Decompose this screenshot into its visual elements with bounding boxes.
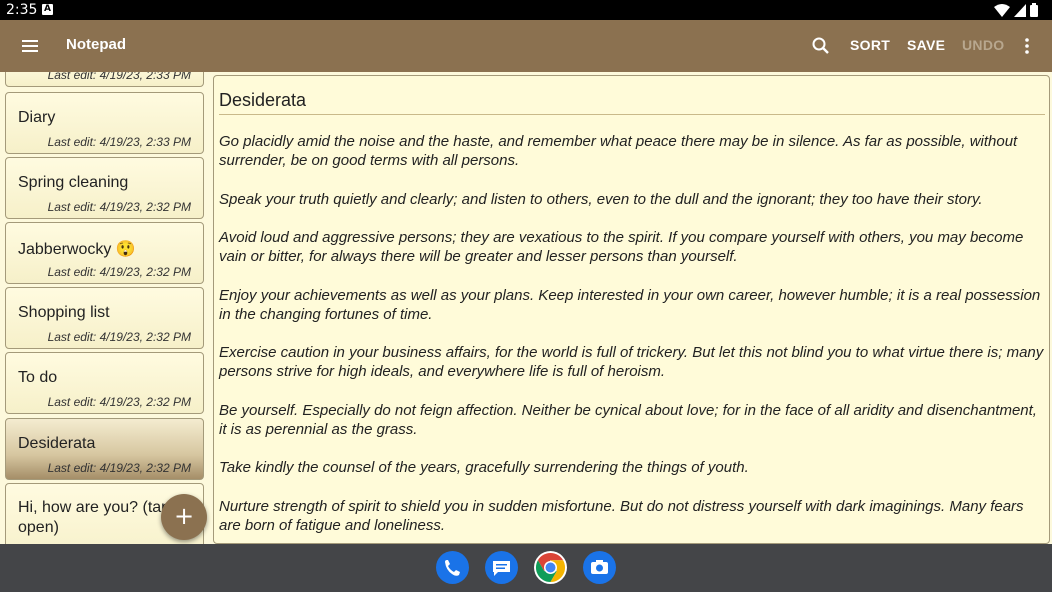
status-time: 2:35	[6, 2, 38, 18]
signal-icon	[1014, 3, 1026, 17]
search-icon[interactable]	[810, 35, 832, 57]
note-item-spring-cleaning[interactable]: Spring cleaning Last edit: 4/19/23, 2:32…	[5, 157, 204, 219]
body-paragraph: Take kindly the counsel of the years, gr…	[219, 459, 749, 477]
note-date: Last edit: 4/19/23, 2:32 PM	[47, 461, 191, 475]
nav-bar	[0, 544, 1052, 592]
content-area: Last edit: 4/19/23, 2:33 PM Diary Last e…	[0, 72, 1052, 544]
note-title: Shopping list	[18, 304, 110, 321]
body-paragraph: Enjoy your achievements as well as your …	[219, 286, 1041, 323]
save-button[interactable]: SAVE	[907, 37, 945, 53]
note-title: To do	[18, 369, 58, 386]
note-title: Jabberwocky 😲	[18, 241, 136, 258]
note-title: Diary	[18, 109, 56, 126]
wifi-icon	[994, 3, 1010, 17]
note-item-partial[interactable]: Last edit: 4/19/23, 2:33 PM	[5, 72, 204, 87]
menu-icon[interactable]	[20, 36, 40, 56]
note-title: Desiderata	[18, 435, 96, 452]
note-item-diary[interactable]: Diary Last edit: 4/19/23, 2:33 PM	[5, 92, 204, 154]
note-item-shopping-list[interactable]: Shopping list Last edit: 4/19/23, 2:32 P…	[5, 287, 204, 349]
overflow-menu-icon[interactable]	[1020, 36, 1034, 56]
chrome-glyph-icon	[535, 552, 566, 583]
app-bar: Notepad SORT SAVE UNDO	[0, 20, 1052, 72]
phone-icon[interactable]	[436, 551, 469, 584]
status-icons	[994, 3, 1038, 17]
body-paragraph: Avoid loud and aggressive persons; they …	[219, 228, 1024, 266]
note-item-to-do[interactable]: To do Last edit: 4/19/23, 2:32 PM	[5, 352, 204, 414]
note-date: Last edit: 4/19/23, 2:33 PM	[47, 72, 191, 82]
note-title: Spring cleaning	[18, 174, 129, 191]
note-body-field[interactable]: Go placidly amid the noise and the haste…	[219, 132, 1045, 543]
undo-button[interactable]: UNDO	[962, 37, 1004, 53]
body-paragraph: Speak your truth quietly and clearly; an…	[219, 190, 983, 208]
camera-glyph-icon	[591, 560, 608, 574]
message-glyph-icon	[493, 561, 510, 576]
camera-icon[interactable]	[583, 551, 616, 584]
body-paragraph: Exercise caution in your business affair…	[219, 344, 1044, 381]
chrome-icon[interactable]	[534, 551, 567, 584]
note-date: Last edit: 4/19/23, 2:32 PM	[47, 395, 191, 409]
app-title: Notepad	[66, 36, 126, 53]
note-date: Last edit: 4/19/23, 2:32 PM	[47, 200, 191, 214]
body-paragraph: Go placidly amid the noise and the haste…	[219, 133, 1018, 170]
note-editor[interactable]: Desiderata Go placidly amid the noise an…	[213, 75, 1050, 544]
note-item-desiderata[interactable]: Desiderata Last edit: 4/19/23, 2:32 PM	[5, 418, 204, 480]
status-bar: 2:35 A	[0, 0, 1052, 20]
note-item-jabberwocky[interactable]: Jabberwocky 😲 Last edit: 4/19/23, 2:32 P…	[5, 222, 204, 284]
plus-icon: +	[173, 502, 195, 530]
body-paragraph: Be yourself. Especially do not feign aff…	[219, 401, 1037, 438]
add-note-button[interactable]: +	[161, 494, 207, 540]
status-indicator-icon: A	[42, 4, 53, 15]
battery-icon	[1030, 3, 1038, 17]
note-date: Last edit: 4/19/23, 2:33 PM	[47, 135, 191, 149]
note-date: Last edit: 4/19/23, 2:32 PM	[47, 265, 191, 279]
phone-glyph-icon	[445, 560, 460, 576]
note-date: Last edit: 4/19/23, 2:32 PM	[47, 330, 191, 344]
note-title-field[interactable]: Desiderata	[219, 90, 1045, 115]
note-list[interactable]: Last edit: 4/19/23, 2:33 PM Diary Last e…	[0, 72, 210, 544]
messages-icon[interactable]	[485, 551, 518, 584]
sort-button[interactable]: SORT	[850, 37, 890, 53]
body-paragraph: Nurture strength of spirit to shield you…	[219, 497, 1024, 534]
